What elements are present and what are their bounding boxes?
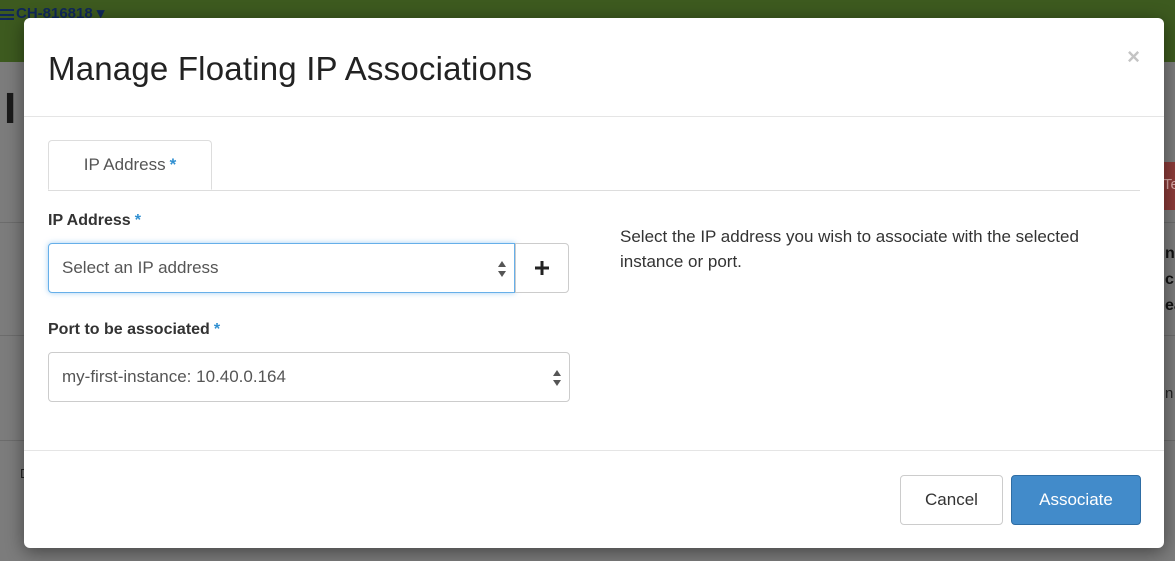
ip-address-label: IP Address * xyxy=(48,212,141,230)
close-icon[interactable]: × xyxy=(1127,46,1140,68)
port-label-text: Port to be associated xyxy=(48,321,210,338)
menu-icon xyxy=(0,8,14,20)
ip-address-label-text: IP Address xyxy=(48,212,131,229)
modal-header: Manage Floating IP Associations × xyxy=(24,18,1164,117)
required-marker: * xyxy=(134,212,141,229)
cancel-button[interactable]: Cancel xyxy=(900,475,1003,525)
ip-address-select[interactable]: Select an IP address xyxy=(48,243,515,293)
associate-button[interactable]: Associate xyxy=(1011,475,1141,525)
tab-bar: IP Address * xyxy=(48,140,1140,191)
modal-footer-divider xyxy=(24,450,1164,451)
background-red-button: Te xyxy=(1163,162,1175,210)
required-marker: * xyxy=(169,155,177,174)
required-marker: * xyxy=(213,321,221,338)
help-text: Select the IP address you wish to associ… xyxy=(620,227,1079,271)
tab-ip-address[interactable]: IP Address * xyxy=(48,140,212,190)
port-select-value: my-first-instance: 10.40.0.164 xyxy=(62,367,286,386)
select-arrows-icon xyxy=(553,370,561,386)
port-label: Port to be associated * xyxy=(48,321,220,339)
port-select[interactable]: my-first-instance: 10.40.0.164 xyxy=(48,352,570,402)
modal-title: Manage Floating IP Associations xyxy=(48,50,533,87)
allocate-ip-button[interactable] xyxy=(515,243,569,293)
background-heading: I xyxy=(4,84,17,133)
background-text: n xyxy=(1165,385,1174,402)
background-text: n xyxy=(1165,245,1175,262)
background-text: ea xyxy=(1165,297,1175,314)
select-arrows-icon xyxy=(498,261,506,277)
floating-ip-modal: Manage Floating IP Associations × IP Add… xyxy=(24,18,1164,548)
plus-icon xyxy=(535,261,549,275)
ip-address-select-value: Select an IP address xyxy=(62,258,219,277)
tab-label: IP Address xyxy=(83,155,166,174)
background-text: c xyxy=(1165,271,1174,288)
